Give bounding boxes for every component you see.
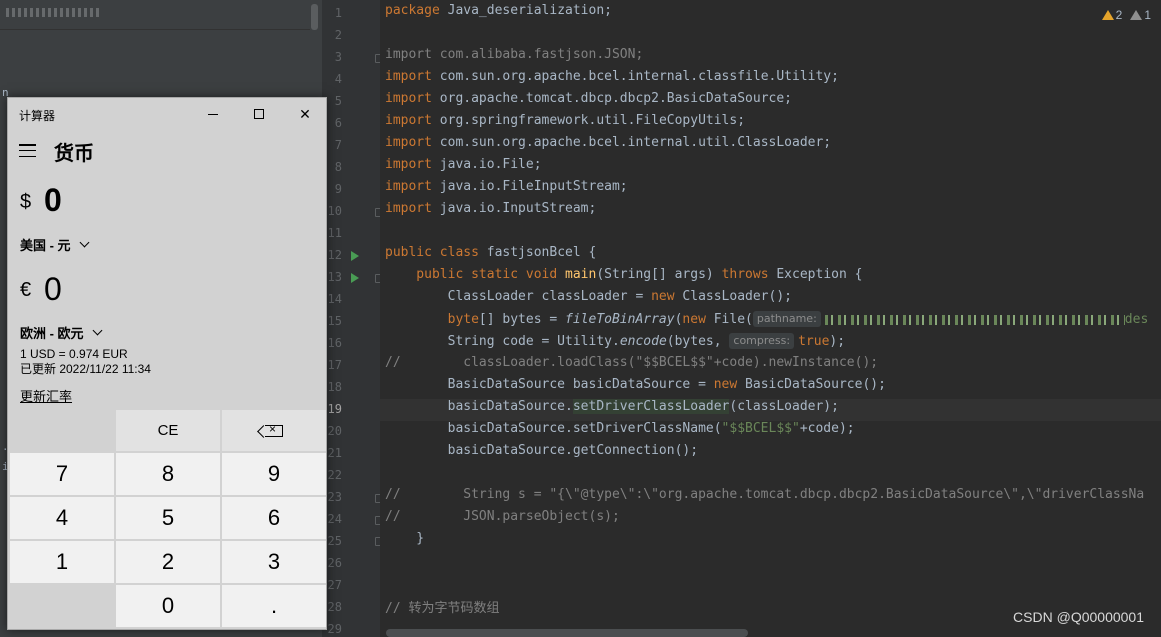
code-line[interactable]: BasicDataSource basicDataSource = new Ba… xyxy=(385,377,886,399)
watermark: CSDN @Q00000001 xyxy=(1013,609,1144,625)
code-line[interactable]: ClassLoader classLoader = new ClassLoade… xyxy=(385,289,792,311)
from-amount[interactable]: 0 xyxy=(44,182,62,219)
parameter-hint: pathname: xyxy=(752,311,821,327)
digit-7-button[interactable]: 7 xyxy=(10,453,114,495)
code-line[interactable]: public static void main(String[] args) t… xyxy=(385,267,862,289)
minimize-button[interactable] xyxy=(190,98,236,130)
code-line[interactable]: basicDataSource.setDriverClassName("$$BC… xyxy=(385,421,855,443)
maximize-icon xyxy=(254,109,264,119)
warning-icon xyxy=(1101,10,1114,20)
to-amount[interactable]: 0 xyxy=(44,271,62,308)
update-rates-link[interactable]: 更新汇率 xyxy=(20,386,72,405)
run-class-icon[interactable] xyxy=(351,251,359,261)
minimize-icon xyxy=(208,113,218,115)
title-bar[interactable]: 计算器 ✕ xyxy=(8,98,326,130)
from-currency-select[interactable]: 美国 - 元 xyxy=(20,235,90,254)
digit-4-button[interactable]: 4 xyxy=(10,497,114,539)
digit-9-button[interactable]: 9 xyxy=(222,453,326,495)
weak-warning-icon xyxy=(1130,10,1143,20)
line-number: 4 xyxy=(334,72,342,86)
inspection-widget[interactable]: 2 1 xyxy=(1101,8,1151,22)
chevron-down-icon xyxy=(79,237,90,248)
code-line[interactable]: public class fastjsonBcel { xyxy=(385,245,596,267)
digit-6-button[interactable]: 6 xyxy=(222,497,326,539)
chevron-down-icon xyxy=(92,325,103,336)
panel-toolbar xyxy=(0,0,310,30)
clear-entry-button[interactable]: CE xyxy=(116,410,220,451)
keypad: CE 7 8 9 4 5 6 1 2 3 0 . xyxy=(10,410,326,629)
panel-scrollbar[interactable] xyxy=(311,4,318,30)
line-number: 1 xyxy=(334,6,342,20)
blurred-label xyxy=(6,8,102,17)
from-currency-symbol: $ xyxy=(20,191,32,213)
digit-2-button[interactable]: 2 xyxy=(116,541,220,583)
mode-title: 货币 xyxy=(54,143,94,165)
digit-1-button[interactable]: 1 xyxy=(10,541,114,583)
to-currency-symbol: € xyxy=(20,279,32,301)
code-line[interactable]: byte[] bytes = fileToBinArray(new File(p… xyxy=(385,311,1148,333)
to-currency-select[interactable]: 欧洲 - 欧元 xyxy=(20,323,103,342)
digit-0-button[interactable]: 0 xyxy=(116,585,220,627)
horizontal-scrollbar[interactable] xyxy=(386,629,748,637)
code-line[interactable]: import java.io.InputStream; xyxy=(385,201,596,223)
code-line[interactable]: } xyxy=(385,531,424,553)
code-line[interactable]: // String s = "{\"@type\":\"org.apache.t… xyxy=(385,487,1144,509)
backspace-icon xyxy=(265,422,283,437)
code-line[interactable]: import org.apache.tomcat.dbcp.dbcp2.Basi… xyxy=(385,91,792,113)
menu-icon[interactable] xyxy=(19,144,36,157)
run-main-icon[interactable] xyxy=(351,273,359,283)
warning-count[interactable]: 2 xyxy=(1101,8,1122,22)
digit-5-button[interactable]: 5 xyxy=(116,497,220,539)
code-line[interactable]: // classLoader.loadClass("$$BCEL$$"+code… xyxy=(385,355,878,377)
close-icon: ✕ xyxy=(299,105,311,122)
code-line[interactable]: import com.sun.org.apache.bcel.internal.… xyxy=(385,135,831,157)
backspace-button[interactable] xyxy=(222,410,326,451)
redacted-path xyxy=(824,314,1125,325)
code-line[interactable]: package Java_deserialization; xyxy=(385,3,612,25)
code-line[interactable]: import java.io.FileInputStream; xyxy=(385,179,628,201)
line-number: 3 xyxy=(334,50,342,64)
code-line[interactable]: import com.alibaba.fastjson.JSON; xyxy=(385,47,643,69)
exchange-rate-info: 1 USD = 0.974 EUR 已更新 2022/11/22 11:34 xyxy=(20,347,151,377)
code-line[interactable]: basicDataSource.getConnection(); xyxy=(385,443,698,465)
code-line[interactable]: import com.sun.org.apache.bcel.internal.… xyxy=(385,69,839,91)
maximize-button[interactable] xyxy=(236,98,282,130)
rate-line: 1 USD = 0.974 EUR xyxy=(20,347,128,361)
calculator-window: 计算器 ✕ 货币 $ 0 美国 - 元 € 0 欧洲 - 欧元 1 USD = … xyxy=(7,97,327,630)
updated-line: 已更新 2022/11/22 11:34 xyxy=(20,362,151,376)
code-line[interactable]: import java.io.File; xyxy=(385,157,542,179)
close-button[interactable]: ✕ xyxy=(282,98,328,130)
digit-8-button[interactable]: 8 xyxy=(116,453,220,495)
line-number: 2 xyxy=(334,28,342,42)
weak-warning-count[interactable]: 1 xyxy=(1130,8,1151,22)
parameter-hint: compress: xyxy=(729,333,795,349)
code-line[interactable]: basicDataSource.setDriverClassLoader(cla… xyxy=(385,399,839,421)
digit-3-button[interactable]: 3 xyxy=(222,541,326,583)
keypad-empty-cell xyxy=(10,585,114,627)
decimal-point-button[interactable]: . xyxy=(222,585,326,627)
code-line[interactable]: // JSON.parseObject(s); xyxy=(385,509,620,531)
code-line[interactable]: String code = Utility.encode(bytes, comp… xyxy=(385,333,845,355)
window-title: 计算器 xyxy=(19,109,56,123)
code-line[interactable]: // 转为字节码数组 xyxy=(385,597,499,619)
keypad-empty-cell xyxy=(10,410,114,451)
code-line[interactable]: import org.springframework.util.FileCopy… xyxy=(385,113,745,135)
